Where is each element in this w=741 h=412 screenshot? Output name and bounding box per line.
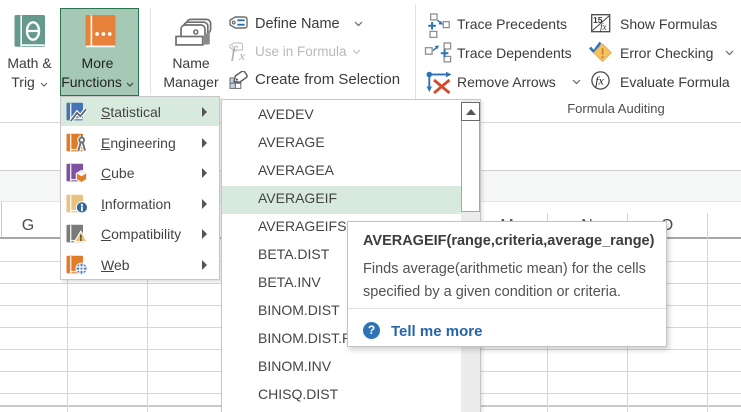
svg-text:fx: fx	[600, 22, 607, 32]
svg-text:f: f	[231, 44, 239, 62]
svg-text:fx: fx	[595, 74, 604, 88]
svg-text:x: x	[238, 48, 245, 61]
